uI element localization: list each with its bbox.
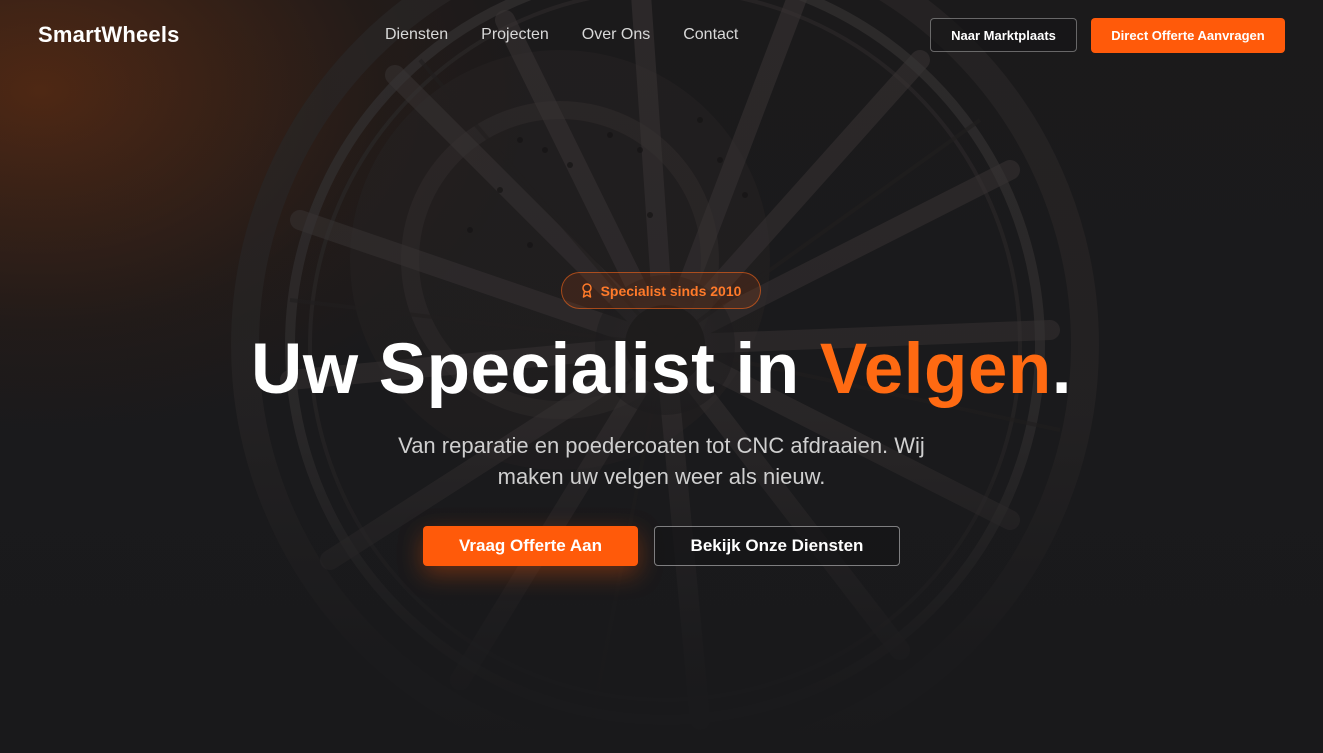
top-nav: SmartWheels Diensten Projecten Over Ons … — [0, 0, 1323, 72]
nav-link-over-ons[interactable]: Over Ons — [582, 26, 650, 44]
request-quote-button[interactable]: Vraag Offerte Aan — [423, 526, 638, 566]
award-icon — [581, 283, 593, 298]
badge-label: Specialist sinds 2010 — [600, 282, 742, 299]
marketplace-button[interactable]: Naar Marktplaats — [930, 18, 1077, 52]
nav-link-diensten[interactable]: Diensten — [385, 26, 448, 44]
view-services-button[interactable]: Bekijk Onze Diensten — [654, 526, 900, 566]
nav-link-contact[interactable]: Contact — [683, 26, 738, 44]
headline-end: . — [1051, 330, 1072, 409]
hero-headline: Uw Specialist in Velgen. — [0, 330, 1323, 410]
nav-link-projecten[interactable]: Projecten — [481, 26, 549, 44]
hero-section: SmartWheels Diensten Projecten Over Ons … — [0, 0, 1323, 753]
specialist-badge: Specialist sinds 2010 — [561, 272, 761, 309]
headline-main: Uw Specialist in — [251, 330, 820, 409]
hero-subtitle: Van reparatie en poedercoaten tot CNC af… — [398, 433, 925, 489]
nav-menu: Diensten Projecten Over Ons Contact — [385, 26, 738, 44]
brand-logo[interactable]: SmartWheels — [38, 22, 180, 48]
direct-quote-button[interactable]: Direct Offerte Aanvragen — [1091, 18, 1285, 53]
headline-accent: Velgen — [819, 330, 1052, 409]
